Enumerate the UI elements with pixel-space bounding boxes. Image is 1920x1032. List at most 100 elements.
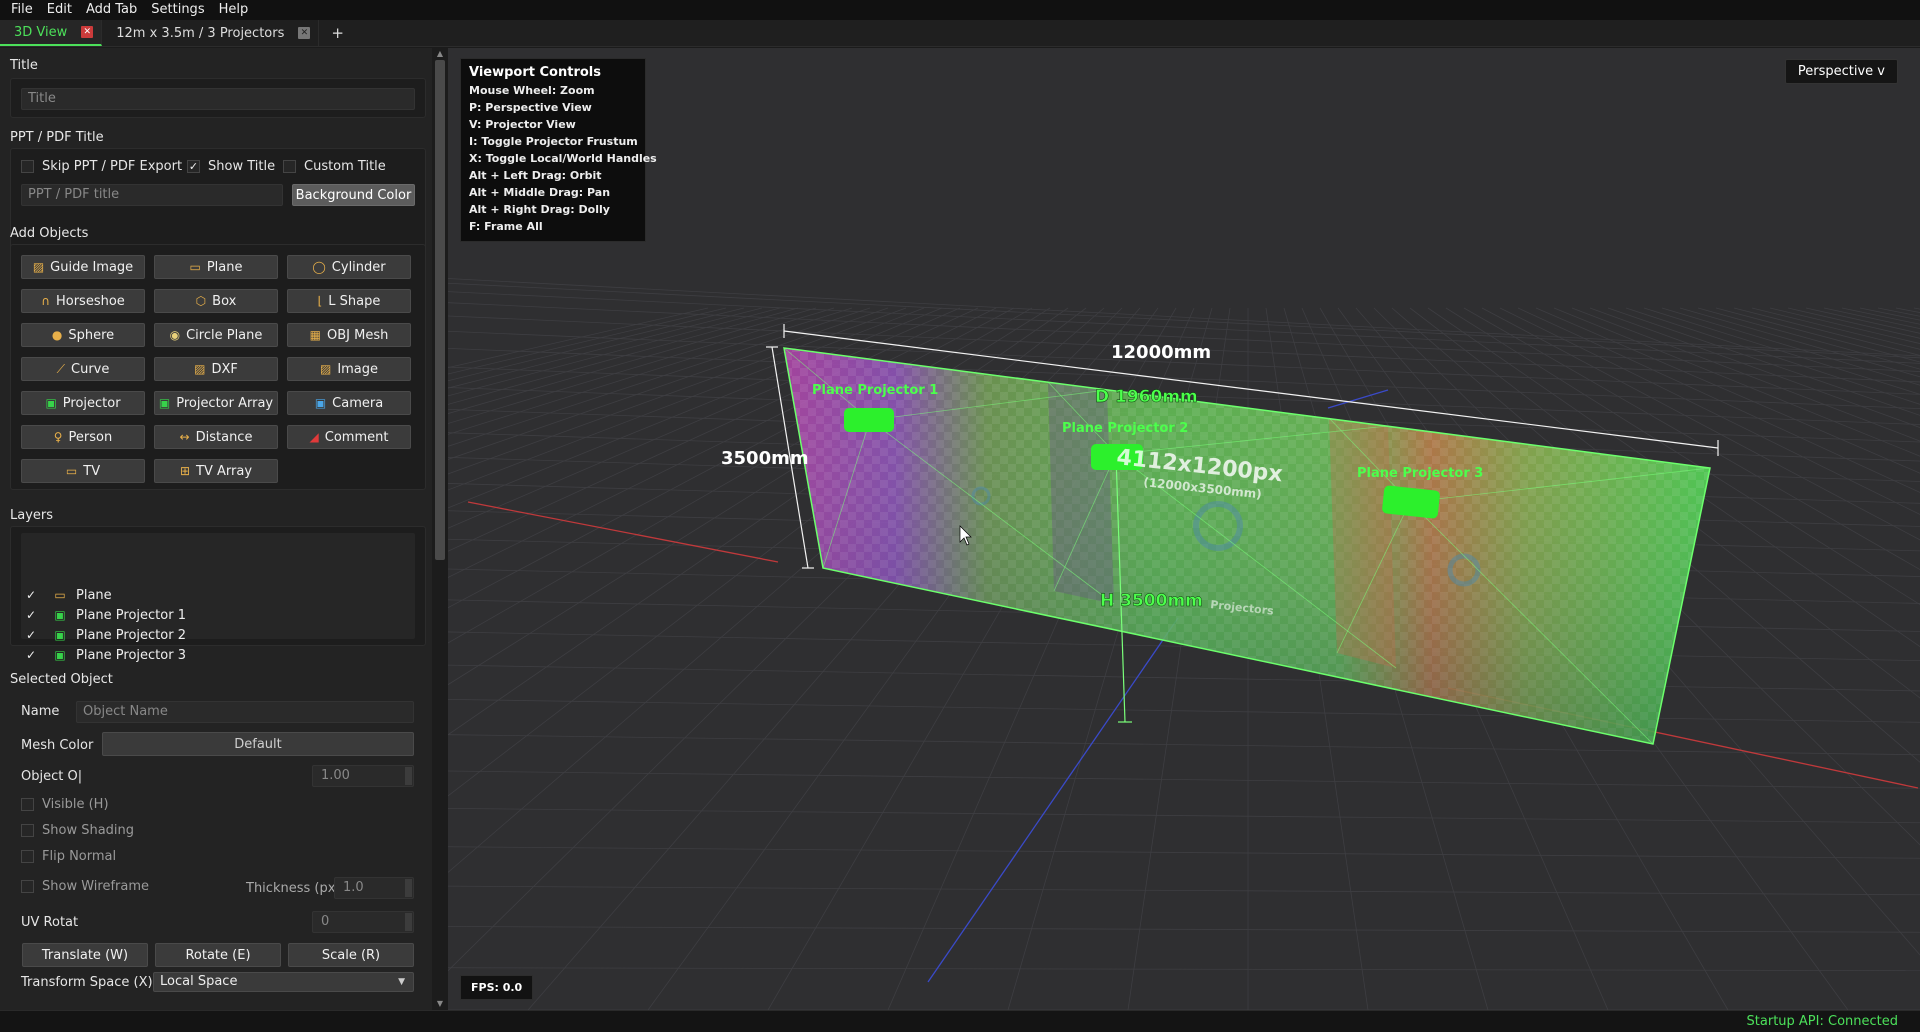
scroll-down-icon[interactable]: ▼ xyxy=(435,1000,445,1008)
visible-checkbox[interactable]: Visible (H) xyxy=(21,797,109,812)
scroll-up-icon[interactable]: ▲ xyxy=(435,50,445,58)
projector-button[interactable]: ▣ Projector xyxy=(21,391,145,415)
title-box: Title xyxy=(10,78,426,118)
visibility-check-icon[interactable]: ✓ xyxy=(26,628,40,642)
layers-label: Layers xyxy=(10,508,54,523)
ppt-title-input[interactable]: PPT / PDF title xyxy=(21,184,283,206)
button-label: Box xyxy=(212,293,237,309)
camera-button[interactable]: ▣ Camera xyxy=(287,391,411,415)
cylinder-button[interactable]: ◯ Cylinder xyxy=(287,255,411,279)
person-button[interactable]: ♀ Person xyxy=(21,425,145,449)
dxf-button[interactable]: ▨ DXF xyxy=(154,357,278,381)
visibility-check-icon[interactable]: ✓ xyxy=(26,608,40,622)
skip-export-checkbox[interactable]: Skip PPT / PDF Export xyxy=(21,159,182,174)
control-hint: I: Toggle Projector Frustum xyxy=(469,135,638,148)
visibility-check-icon[interactable]: ✓ xyxy=(26,588,40,602)
show-shading-checkbox[interactable]: Show Shading xyxy=(21,823,134,838)
transform-space-label: Transform Space (X) xyxy=(21,975,153,990)
object-name-input[interactable]: Object Name xyxy=(76,701,414,723)
box-button[interactable]: ⬡ Box xyxy=(154,289,278,313)
button-label: Image xyxy=(337,361,379,377)
flip-normal-checkbox[interactable]: Flip Normal xyxy=(21,849,116,864)
l-shape-button[interactable]: ⌊ L Shape xyxy=(287,289,411,313)
mesh-icon: ▦ xyxy=(309,328,321,342)
menu-file[interactable]: File xyxy=(4,0,40,20)
button-label: Projector xyxy=(62,395,121,411)
scene-canvas[interactable]: 12000mm 3500mm D 1960mm H 3500mm 4112x12… xyxy=(448,48,1920,1010)
uv-rotation-spinbox[interactable]: 0 xyxy=(312,911,414,933)
panel-scrollbar[interactable]: ▲ ▼ xyxy=(432,48,448,1010)
sphere-button[interactable]: ● Sphere xyxy=(21,323,145,347)
x-axis-line xyxy=(467,501,779,563)
projector-icon: ▣ xyxy=(45,396,57,410)
plane-button[interactable]: ▭ Plane xyxy=(154,255,278,279)
image-button[interactable]: ▨ Image xyxy=(287,357,411,381)
button-label: Distance xyxy=(195,429,253,445)
background-color-button[interactable]: Background Color xyxy=(292,184,415,206)
perspective-dropdown[interactable]: Perspective v xyxy=(1784,59,1898,84)
comment-button[interactable]: ◢ Comment xyxy=(287,425,411,449)
mesh-color-button[interactable]: Default xyxy=(102,732,414,756)
scrollbar-thumb[interactable] xyxy=(435,60,445,560)
tv-array-button[interactable]: ⊞ TV Array xyxy=(154,459,278,483)
guide-image-button[interactable]: ▨ Guide Image xyxy=(21,255,145,279)
show-wireframe-checkbox[interactable]: Show Wireframe xyxy=(21,879,149,894)
layer-label: Plane Projector 1 xyxy=(76,607,186,623)
projector-2-label: Plane Projector 2 xyxy=(1062,421,1188,436)
l-shape-icon: ⌊ xyxy=(317,294,323,308)
projector-array-button[interactable]: ▣ Projector Array xyxy=(154,391,278,415)
image-icon: ▨ xyxy=(319,362,332,376)
tab-3d-view[interactable]: 3D View ✕ xyxy=(0,20,103,46)
close-icon[interactable]: ✕ xyxy=(81,26,94,38)
projector-1-model[interactable] xyxy=(844,408,894,432)
scale-button[interactable]: Scale (R) xyxy=(288,943,414,967)
control-hint: Mouse Wheel: Zoom xyxy=(469,84,595,97)
flip-normal-label: Flip Normal xyxy=(42,849,117,864)
layer-item[interactable]: ✓ ▣ Plane Projector 1 xyxy=(26,606,186,624)
thickness-spinbox[interactable]: 1.0 xyxy=(334,877,414,899)
3d-viewport[interactable]: 12000mm 3500mm D 1960mm H 3500mm 4112x12… xyxy=(448,48,1920,1010)
custom-title-checkbox[interactable]: Custom Title xyxy=(283,159,386,174)
curve-button[interactable]: ⟋ Curve xyxy=(21,357,145,381)
obj-mesh-button[interactable]: ▦ OBJ Mesh xyxy=(287,323,411,347)
circle-plane-button[interactable]: ◉ Circle Plane xyxy=(154,323,278,347)
opacity-value: 1.00 xyxy=(321,768,350,783)
cylinder-icon: ◯ xyxy=(312,260,326,274)
show-shading-label: Show Shading xyxy=(42,823,135,838)
button-label: Horseshoe xyxy=(55,293,125,309)
tab-project[interactable]: 12m x 3.5m / 3 Projectors ✕ xyxy=(102,20,320,46)
translate-button[interactable]: Translate (W) xyxy=(22,943,148,967)
horseshoe-icon: ∩ xyxy=(41,294,50,308)
tv-button[interactable]: ▭ TV xyxy=(21,459,145,483)
button-label: Circle Plane xyxy=(186,327,263,343)
properties-panel: Title Title PPT / PDF Title Skip PPT / P… xyxy=(0,48,432,1010)
rotate-button[interactable]: Rotate (E) xyxy=(155,943,281,967)
close-icon[interactable]: ✕ xyxy=(298,27,311,39)
button-label: TV xyxy=(83,463,101,479)
layer-item[interactable]: ✓ ▣ Plane Projector 2 xyxy=(26,626,186,644)
layer-item[interactable]: ✓ ▣ Plane Projector 3 xyxy=(26,646,186,664)
transform-space-dropdown[interactable]: Local Space ▼ xyxy=(153,972,414,992)
layer-item[interactable]: ✓ ▭ Plane xyxy=(26,586,112,604)
add-tab-button[interactable]: + xyxy=(319,20,356,46)
button-label: Guide Image xyxy=(50,259,134,275)
projector-3-model[interactable] xyxy=(1382,485,1441,519)
layer-label: Plane xyxy=(76,587,112,603)
height-dimension-label: 3500mm xyxy=(721,448,809,469)
control-hint: Alt + Right Drag: Dolly xyxy=(469,203,610,216)
distance-button[interactable]: ↔ Distance xyxy=(154,425,278,449)
show-title-checkbox[interactable]: ✓ Show Title xyxy=(187,159,275,174)
visibility-check-icon[interactable]: ✓ xyxy=(26,648,40,662)
menu-settings[interactable]: Settings xyxy=(144,0,211,20)
title-input[interactable]: Title xyxy=(21,88,415,110)
menu-edit[interactable]: Edit xyxy=(40,0,79,20)
horseshoe-button[interactable]: ∩ Horseshoe xyxy=(21,289,145,313)
menu-help[interactable]: Help xyxy=(212,0,256,20)
layer-label: Plane Projector 3 xyxy=(76,647,186,663)
tv-icon: ▭ xyxy=(65,464,78,478)
object-opacity-spinbox[interactable]: 1.00 xyxy=(312,765,414,787)
button-label: Cylinder xyxy=(331,259,386,275)
selected-object-label: Selected Object xyxy=(10,672,113,687)
skip-export-label: Skip PPT / PDF Export xyxy=(42,159,183,174)
menu-add-tab[interactable]: Add Tab xyxy=(79,0,144,20)
